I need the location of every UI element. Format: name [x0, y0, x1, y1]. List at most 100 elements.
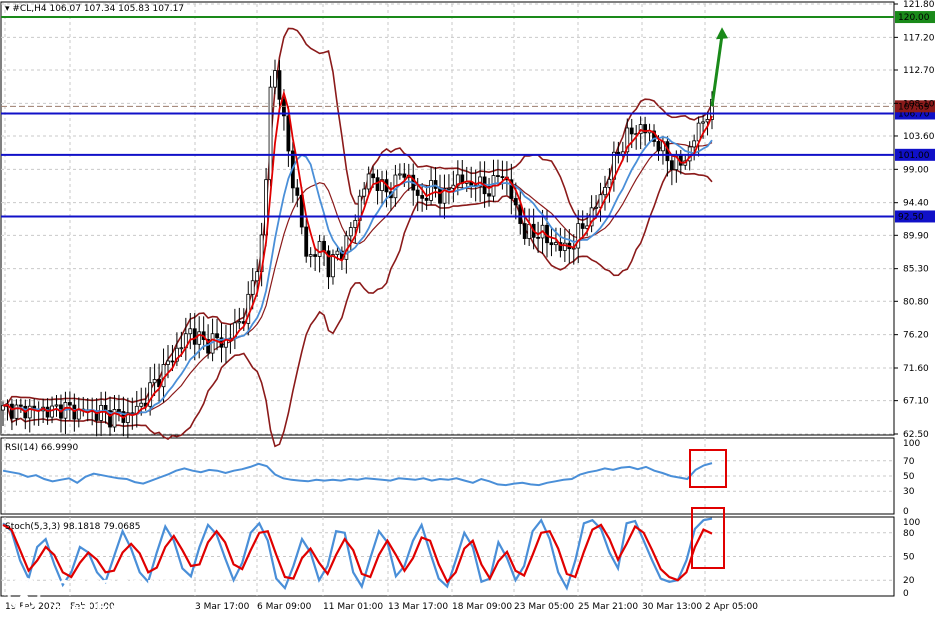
- x-tick-label: 25 Mar 21:00: [578, 602, 638, 612]
- y-tick-label: 99.00: [903, 165, 929, 175]
- candle-body: [580, 223, 585, 229]
- x-tick-label: 23 Mar 05:00: [514, 602, 574, 612]
- candle-body: [353, 220, 358, 228]
- candle-body: [170, 360, 175, 363]
- rsi-header: RSI(14) 66.9990: [5, 443, 78, 453]
- candle-body: [161, 364, 166, 388]
- x-tick-label: 6 Mar 09:00: [257, 602, 312, 612]
- candle-body: [366, 173, 371, 190]
- x-tick-label: 13 Mar 17:00: [388, 602, 448, 612]
- candle-body: [273, 70, 277, 88]
- y-tick-label: 94.40: [903, 199, 929, 209]
- candle-body: [451, 184, 456, 189]
- candle-body: [496, 175, 500, 177]
- candle-body: [237, 321, 242, 324]
- candle-body: [513, 198, 518, 206]
- x-tick-label: 30 Mar 13:00: [642, 602, 702, 612]
- candle-body: [594, 206, 598, 209]
- candle-body: [429, 180, 433, 201]
- candle-body: [701, 121, 705, 124]
- stoch-tick-label: 80: [903, 529, 915, 539]
- y-tick-label: 71.60: [903, 364, 929, 374]
- candle-body: [522, 223, 527, 239]
- candle-body: [277, 70, 282, 100]
- candle-body: [67, 402, 72, 406]
- candle-body: [424, 197, 429, 201]
- candle-body: [152, 379, 157, 384]
- candle-body: [371, 173, 376, 179]
- candle-body: [536, 236, 540, 239]
- candle-body: [45, 406, 50, 418]
- rsi-tick-label: 30: [903, 487, 915, 497]
- brand-logo-icon: [7, 577, 41, 611]
- candle-body: [10, 403, 14, 419]
- y-tick-label: 117.20: [903, 33, 935, 43]
- candle-body: [402, 173, 407, 178]
- candle-body: [549, 242, 554, 246]
- candle-body: [331, 254, 335, 278]
- x-tick-label: 18 Mar 09:00: [452, 602, 512, 612]
- level-badge-label: 101.00: [898, 151, 930, 161]
- brand-name: instaforex: [44, 571, 194, 601]
- y-tick-label: 67.10: [903, 397, 929, 407]
- y-tick-label: 121.80: [903, 0, 935, 10]
- candle-body: [139, 402, 144, 407]
- price-header: ▾ #CL,H4 106.07 107.34 105.83 107.17: [5, 4, 184, 14]
- candle-body: [433, 180, 438, 189]
- y-tick-label: 112.70: [903, 66, 935, 76]
- candle-body: [348, 227, 353, 237]
- rsi-tick-label: 0: [903, 507, 909, 517]
- stoch-tick-label: 20: [903, 576, 915, 586]
- candle-body: [117, 409, 121, 412]
- candle-body: [576, 223, 581, 249]
- x-tick-label: 3 Mar 17:00: [195, 602, 250, 612]
- candle-body: [696, 122, 701, 142]
- candle-body: [18, 404, 23, 407]
- candle-body: [500, 176, 505, 178]
- x-tick-label: 11 Mar 01:00: [323, 602, 383, 612]
- candle-body: [268, 86, 273, 181]
- candle-body: [27, 405, 32, 419]
- trading-chart: 120.00106.70101.0092.50107.69 121.80117.…: [0, 0, 935, 614]
- y-tick-label: 76.20: [903, 331, 929, 341]
- candle-body: [692, 140, 697, 148]
- y-tick-label: 108.10: [903, 99, 935, 109]
- rsi-tick-label: 70: [903, 457, 915, 467]
- candle-body: [166, 360, 170, 365]
- candle-body: [322, 240, 326, 252]
- candle-body: [14, 404, 19, 419]
- dropdown-icon[interactable]: ▾: [5, 4, 12, 14]
- candle-body: [656, 141, 661, 152]
- ohlc-label: 106.07 107.34 105.83 107.17: [49, 4, 184, 14]
- y-tick-label: 103.60: [903, 132, 935, 142]
- candle-body: [375, 177, 380, 191]
- candle-body: [317, 240, 322, 257]
- candle-body: [50, 405, 54, 418]
- candle-body: [308, 254, 313, 257]
- level-badge-label: 92.50: [898, 212, 924, 222]
- candle-body: [415, 189, 420, 196]
- stoch-header: Stoch(5,3,3) 98.1818 79.0685: [5, 522, 140, 532]
- candle-body: [304, 226, 309, 257]
- candle-body: [54, 404, 59, 407]
- candle-body: [420, 195, 425, 199]
- candle-body: [629, 127, 634, 135]
- y-tick-label: 85.30: [903, 265, 929, 275]
- candle-body: [255, 271, 260, 282]
- y-axis-labels: 121.80 117.20 112.70 108.10 103.60 99.00 94.40…: [894, 0, 935, 599]
- candle-body: [112, 409, 117, 428]
- y-tick-label: 89.90: [903, 231, 929, 241]
- y-tick-label: 80.80: [903, 297, 929, 307]
- candle-body: [188, 328, 193, 335]
- rsi-tick-label: 50: [903, 472, 915, 482]
- candle-body: [447, 187, 451, 190]
- candle-body: [295, 187, 300, 196]
- candle-body: [250, 280, 255, 295]
- candle-body: [603, 186, 607, 196]
- candle-body: [487, 193, 491, 197]
- candle-body: [179, 347, 184, 350]
- candle-body: [197, 331, 202, 345]
- stoch-tick-label: 50: [903, 553, 915, 563]
- candle-body: [362, 188, 367, 197]
- candle-body: [554, 242, 558, 246]
